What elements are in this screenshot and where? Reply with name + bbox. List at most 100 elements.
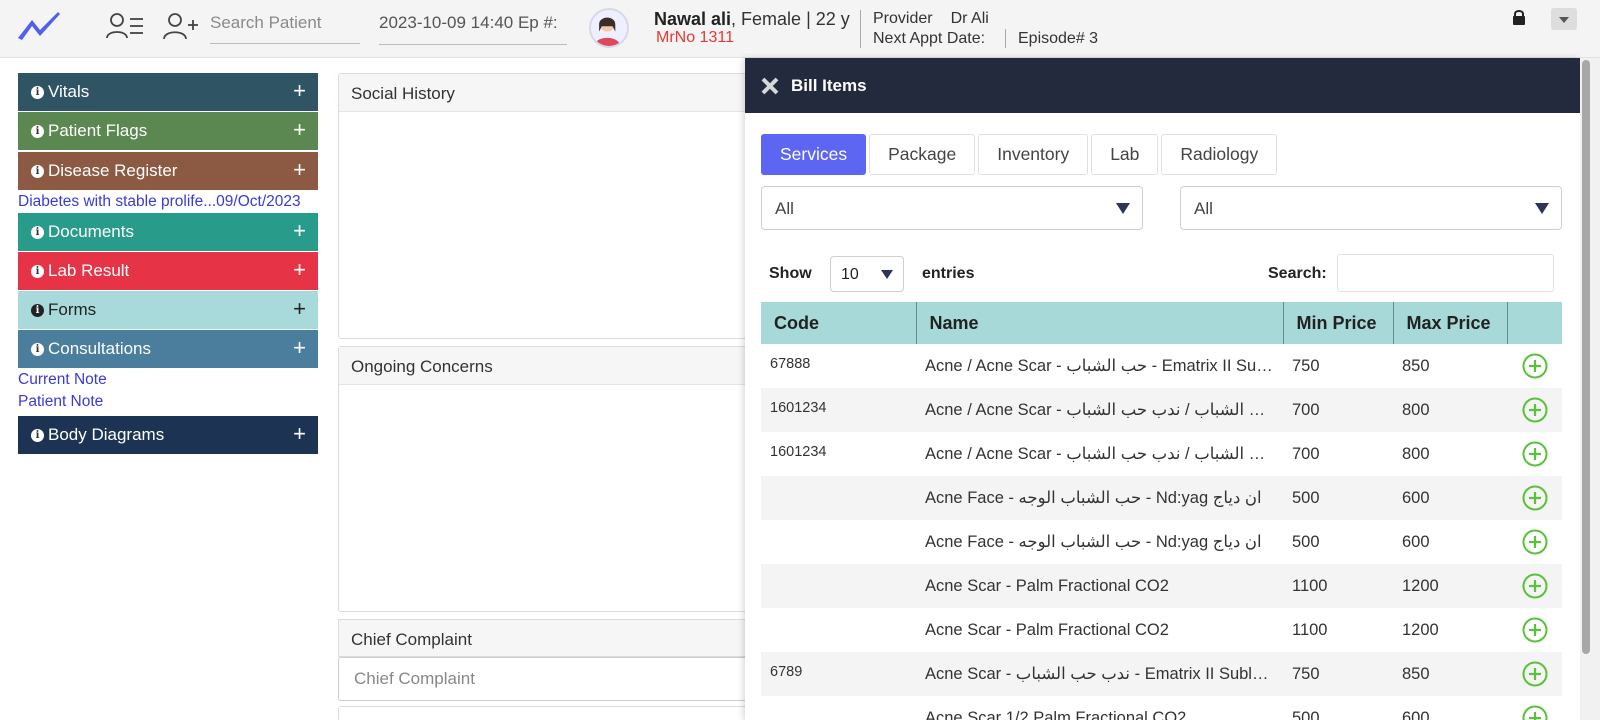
column-header-min-price[interactable]: Min Price xyxy=(1283,302,1394,344)
app-logo-icon[interactable] xyxy=(16,8,62,44)
cell-action xyxy=(1507,520,1562,564)
patient-name[interactable]: Nawal ali, Female | 22 y xyxy=(654,9,850,30)
tab-package[interactable]: Package xyxy=(869,134,976,175)
tab-services[interactable]: Services xyxy=(761,134,867,175)
table-row: Acne Face - حب الشباب الوجه - Nd:yag ان … xyxy=(761,476,1562,520)
plus-icon[interactable]: + xyxy=(293,80,306,102)
column-header-name[interactable]: Name xyxy=(916,302,1284,344)
plus-icon[interactable]: + xyxy=(293,220,306,242)
info-icon: i xyxy=(31,342,44,356)
plus-icon[interactable]: + xyxy=(293,298,306,320)
patient-list-icon[interactable] xyxy=(106,11,144,41)
add-item-icon[interactable] xyxy=(1522,397,1548,423)
plus-icon[interactable]: + xyxy=(293,337,306,359)
add-item-icon[interactable] xyxy=(1522,441,1548,467)
chief-complaint-input[interactable] xyxy=(338,657,758,701)
select-value: 10 xyxy=(841,266,859,283)
sidebar-item-label: Disease Register xyxy=(48,161,178,180)
table-row: Acne Face - حب الشباب الوجه - Nd:yag ان … xyxy=(761,520,1562,564)
cell-max-price: 600 xyxy=(1402,708,1430,720)
add-item-icon[interactable] xyxy=(1522,573,1548,599)
cell-action xyxy=(1507,696,1562,720)
column-header-max-price[interactable]: Max Price xyxy=(1393,302,1508,344)
add-item-icon[interactable] xyxy=(1522,353,1548,379)
sidebar-item-label: Forms xyxy=(48,300,97,319)
cell-action xyxy=(1507,564,1562,608)
select-value: All xyxy=(1194,199,1213,218)
column-header-code[interactable]: Code xyxy=(761,302,917,344)
cell-min-price: 500 xyxy=(1283,476,1393,520)
chief-complaint-card: Chief Complaint xyxy=(338,619,758,701)
provider-info: Provider Dr Ali xyxy=(873,10,989,28)
cell-min-price: 1100 xyxy=(1283,564,1393,608)
female-avatar-icon xyxy=(594,17,620,46)
caret-down-icon xyxy=(1116,203,1130,214)
sidebar-item-forms[interactable]: i Forms + xyxy=(18,291,318,329)
sidebar-item-lab-result[interactable]: i Lab Result + xyxy=(18,252,318,290)
chevron-down-icon xyxy=(1559,17,1569,23)
cell-min-price: 750 xyxy=(1283,652,1393,696)
add-patient-icon[interactable] xyxy=(162,11,200,41)
info-icon: i xyxy=(31,303,44,317)
cell-action xyxy=(1507,476,1562,520)
current-note-link[interactable]: Current Note xyxy=(18,369,318,391)
sidebar-item-patient-flags[interactable]: i Patient Flags + xyxy=(18,112,318,150)
info-icon: i xyxy=(31,85,44,99)
sidebar-item-consultations[interactable]: i Consultations + xyxy=(18,330,318,368)
sidebar-item-documents[interactable]: i Documents + xyxy=(18,213,318,251)
social-history-card: Social History xyxy=(338,73,758,339)
sidebar-item-label: Lab Result xyxy=(48,261,130,280)
add-item-icon[interactable] xyxy=(1522,617,1548,643)
info-icon: i xyxy=(31,164,44,178)
tab-lab[interactable]: Lab xyxy=(1091,134,1159,175)
card-title: Chief Complaint xyxy=(338,619,758,657)
plus-icon[interactable]: + xyxy=(293,259,306,281)
search-label: Search: xyxy=(1268,265,1327,282)
patient-note-link[interactable]: Patient Note xyxy=(18,391,318,413)
sidebar-item-vitals[interactable]: i Vitals + xyxy=(18,73,318,111)
page-scrollbar-thumb[interactable] xyxy=(1582,60,1590,654)
add-item-icon[interactable] xyxy=(1522,705,1548,720)
entries-per-page-select[interactable]: 10 xyxy=(830,256,904,292)
close-icon[interactable] xyxy=(761,77,779,95)
plus-icon[interactable]: + xyxy=(293,159,306,181)
plus-icon[interactable]: + xyxy=(293,119,306,141)
menu-dropdown-button[interactable] xyxy=(1551,8,1577,30)
tab-inventory[interactable]: Inventory xyxy=(978,134,1089,175)
cell-code: 1601234 xyxy=(761,388,916,432)
top-bar: 2023-10-09 14:40 Ep #: Nawal ali, Female… xyxy=(0,0,1600,58)
tab-radiology[interactable]: Radiology xyxy=(1161,134,1278,175)
search-patient-input[interactable] xyxy=(210,8,360,44)
sidebar-item-label: Body Diagrams xyxy=(48,425,165,444)
category-filter-select[interactable]: All xyxy=(761,186,1143,230)
cell-min-price: 700 xyxy=(1283,388,1393,432)
sidebar-item-disease-register[interactable]: i Disease Register + xyxy=(18,152,318,190)
cell-min-price: 500 xyxy=(1292,532,1320,551)
table-row: 1601234 Acne / Acne Scar - حب الشباب / ند… xyxy=(761,432,1562,476)
plus-icon[interactable]: + xyxy=(293,423,306,445)
bill-items-table: Code Name Min Price Max Price 67888 Acne … xyxy=(761,302,1562,720)
add-item-icon[interactable] xyxy=(1522,485,1548,511)
divider xyxy=(860,10,861,48)
table-header-row: Code Name Min Price Max Price xyxy=(761,302,1562,344)
cell-name: Acne / Acne Scar - حب الشباب / ندب حب ال… xyxy=(916,388,1283,432)
table-search-input[interactable] xyxy=(1337,254,1554,292)
table-row: Acne Scar 1/2 Palm Fractional CO2 500 600 xyxy=(761,696,1562,720)
sidebar-item-label: Patient Flags xyxy=(48,121,148,140)
cell-max-price: 1200 xyxy=(1393,564,1507,608)
patient-mrno: MrNo 1311 xyxy=(656,29,734,46)
patient-name-bold: Nawal ali xyxy=(654,9,732,29)
cell-name: Acne Scar 1/2 Palm Fractional CO2 xyxy=(925,708,1187,720)
date-episode-field[interactable]: 2023-10-09 14:40 Ep #: xyxy=(379,10,567,45)
add-item-icon[interactable] xyxy=(1522,529,1548,555)
sidebar-item-body-diagrams[interactable]: i Body Diagrams + xyxy=(18,416,318,454)
add-item-icon[interactable] xyxy=(1522,661,1548,687)
cell-action xyxy=(1507,388,1562,432)
cell-name: Acne Face - حب الشباب الوجه - Nd:yag ان … xyxy=(925,533,1262,551)
cell-name: Acne Scar - Palm Fractional CO2 xyxy=(925,620,1169,639)
caret-down-icon xyxy=(1535,203,1549,214)
lock-icon[interactable] xyxy=(1512,9,1526,25)
subcategory-filter-select[interactable]: All xyxy=(1180,186,1562,230)
bill-items-panel: Bill Items Services Package Inventory La… xyxy=(745,58,1580,720)
disease-entry-link[interactable]: Diabetes with stable prolife...09/Oct/20… xyxy=(18,191,318,213)
